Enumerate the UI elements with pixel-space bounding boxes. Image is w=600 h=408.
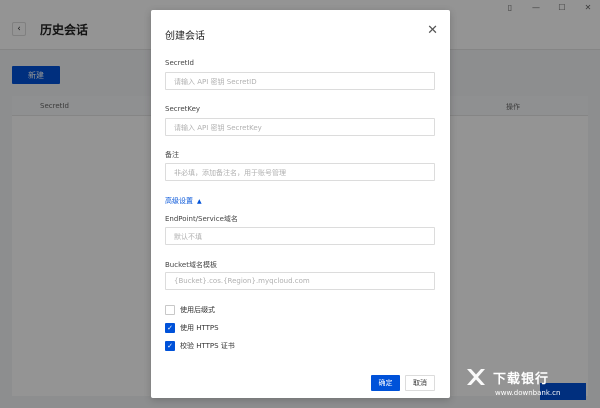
remark-placeholder: 非必填，添加备注名，用于账号管理 (174, 169, 286, 177)
watermark: 下载银行 (465, 366, 549, 388)
option-verify-https-cert[interactable]: ✓ 校验 HTTPS 证书 (165, 341, 235, 351)
advanced-settings-label: 高级设置 (165, 197, 193, 205)
secretid-label: SecretId (165, 59, 194, 67)
endpoint-label: EndPoint/Service域名 (165, 215, 238, 223)
endpoint-placeholder: 默认不填 (174, 233, 202, 241)
secretid-input[interactable]: 请输入 API 密钥 SecretID (165, 72, 435, 90)
checkbox-unchecked-icon[interactable] (165, 305, 175, 315)
option-use-https[interactable]: ✓ 使用 HTTPS (165, 323, 219, 333)
bucket-domain-label: Bucket域名模板 (165, 261, 217, 269)
option-label: 校验 HTTPS 证书 (180, 342, 235, 350)
checkbox-checked-icon[interactable]: ✓ (165, 341, 175, 351)
cancel-button[interactable]: 取消 (405, 375, 435, 391)
create-session-dialog: 创建会话 ✕ SecretId 请输入 API 密钥 SecretID Secr… (151, 10, 450, 398)
caret-up-icon: ▲ (197, 197, 202, 205)
close-icon[interactable]: ✕ (427, 24, 438, 37)
watermark-logo-icon (467, 369, 485, 385)
checkbox-checked-icon[interactable]: ✓ (165, 323, 175, 333)
bucket-domain-input[interactable]: {Bucket}.cos.{Region}.myqcloud.com (165, 272, 435, 290)
secretkey-placeholder: 请输入 API 密钥 SecretKey (174, 124, 262, 132)
secretid-placeholder: 请输入 API 密钥 SecretID (174, 78, 257, 86)
dialog-title: 创建会话 (165, 31, 205, 42)
bucket-domain-placeholder: {Bucket}.cos.{Region}.myqcloud.com (174, 277, 310, 285)
remark-label: 备注 (165, 151, 179, 159)
option-suffix-style[interactable]: 使用后缀式 (165, 305, 215, 315)
remark-input[interactable]: 非必填，添加备注名，用于账号管理 (165, 163, 435, 181)
advanced-settings-toggle[interactable]: 高级设置 ▲ (165, 196, 202, 206)
option-label: 使用后缀式 (180, 306, 215, 314)
endpoint-input[interactable]: 默认不填 (165, 227, 435, 245)
secretkey-input[interactable]: 请输入 API 密钥 SecretKey (165, 118, 435, 136)
secretkey-label: SecretKey (165, 105, 201, 113)
watermark-text: 下载银行 (493, 371, 550, 387)
watermark-url: www.downbank.cn (495, 389, 561, 397)
option-label: 使用 HTTPS (180, 324, 219, 332)
confirm-button[interactable]: 确定 (371, 375, 400, 391)
